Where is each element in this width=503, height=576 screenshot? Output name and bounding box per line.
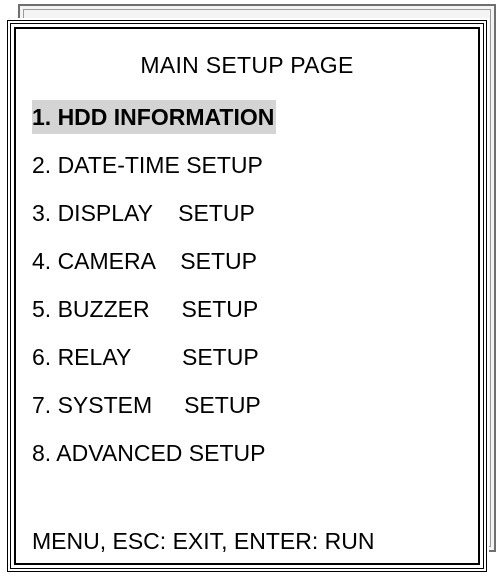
menu-item-camera-setup[interactable]: 4. CAMERA SETUP — [32, 237, 276, 285]
menu-item-label: 7. SYSTEM SETUP — [32, 392, 261, 418]
menu-item-label: 4. CAMERA SETUP — [32, 248, 257, 274]
menu-list: 1. HDD INFORMATION 2. DATE-TIME SETUP 3.… — [32, 93, 277, 477]
menu-item-label: 2. DATE-TIME SETUP — [32, 152, 263, 178]
menu-item-display-setup[interactable]: 3. DISPLAY SETUP — [32, 189, 276, 237]
menu-item-relay-setup[interactable]: 6. RELAY SETUP — [32, 333, 276, 381]
menu-item-system-setup[interactable]: 7. SYSTEM SETUP — [32, 381, 276, 429]
menu-item-label: 5. BUZZER SETUP — [32, 296, 259, 322]
menu-item-buzzer-setup[interactable]: 5. BUZZER SETUP — [32, 285, 276, 333]
menu-item-date-time-setup[interactable]: 2. DATE-TIME SETUP — [32, 141, 276, 189]
main-setup-menu: MAIN SETUP PAGE 1. HDD INFORMATION 2. DA… — [5, 18, 489, 574]
page-title: MAIN SETUP PAGE — [140, 52, 354, 78]
menu-item-label: 1. HDD INFORMATION — [32, 100, 277, 134]
menu-item-label: 8. ADVANCED SETUP — [32, 440, 266, 466]
menu-item-advanced-setup[interactable]: 8. ADVANCED SETUP — [32, 429, 276, 477]
menu-item-label: 3. DISPLAY SETUP — [32, 200, 255, 226]
key-help-footer: MENU, ESC: EXIT, ENTER: RUN — [32, 528, 375, 554]
menu-item-hdd-information[interactable]: 1. HDD INFORMATION — [32, 93, 277, 141]
menu-item-label: 6. RELAY SETUP — [32, 344, 259, 370]
